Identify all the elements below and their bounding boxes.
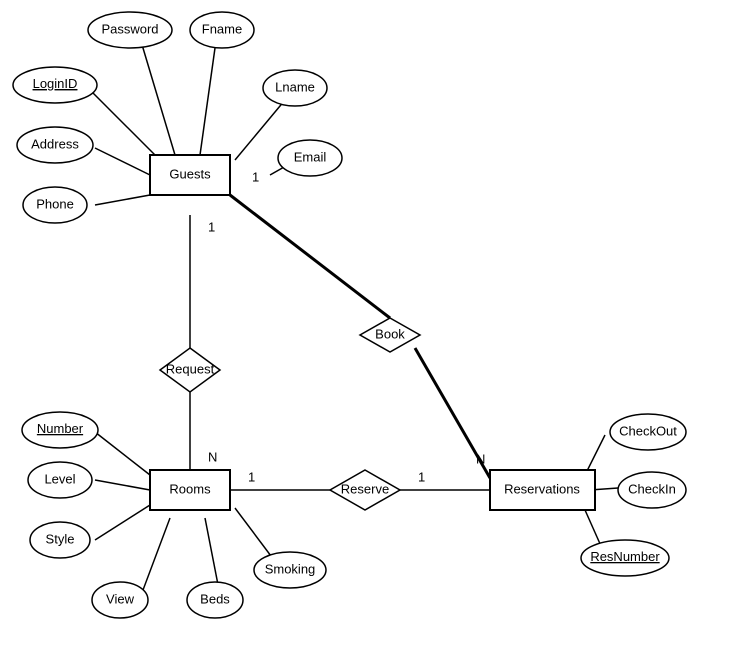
- attr-number-label: Number: [37, 421, 84, 436]
- attr-style-label: Style: [46, 531, 75, 546]
- er-diagram: 1 N 1 1 N 1 Guests Rooms Reservations Re…: [0, 0, 741, 659]
- svg-text:1: 1: [248, 469, 255, 484]
- rooms-label: Rooms: [169, 481, 211, 496]
- book-label: Book: [375, 326, 405, 341]
- guests-label: Guests: [169, 166, 211, 181]
- attr-checkin-label: CheckIn: [628, 481, 676, 496]
- attr-password-label: Password: [101, 21, 158, 36]
- attr-phone-label: Phone: [36, 196, 74, 211]
- attr-loginid-label: LoginID: [33, 76, 78, 91]
- attr-smoking-label: Smoking: [265, 561, 316, 576]
- attr-level-label: Level: [44, 471, 75, 486]
- svg-text:N: N: [476, 451, 485, 466]
- attr-address-label: Address: [31, 136, 79, 151]
- svg-text:1: 1: [208, 219, 215, 234]
- attr-lname-label: Lname: [275, 79, 315, 94]
- request-label: Request: [166, 361, 215, 376]
- svg-text:N: N: [208, 449, 217, 464]
- attr-email-label: Email: [294, 149, 327, 164]
- svg-text:1: 1: [418, 469, 425, 484]
- svg-text:1: 1: [252, 169, 259, 184]
- reserve-label: Reserve: [341, 481, 389, 496]
- attr-checkout-label: CheckOut: [619, 423, 677, 438]
- attr-fname-label: Fname: [202, 21, 242, 36]
- attr-beds-label: Beds: [200, 591, 230, 606]
- reservations-label: Reservations: [504, 481, 580, 496]
- attr-view-label: View: [106, 591, 135, 606]
- attr-resnumber-label: ResNumber: [590, 549, 660, 564]
